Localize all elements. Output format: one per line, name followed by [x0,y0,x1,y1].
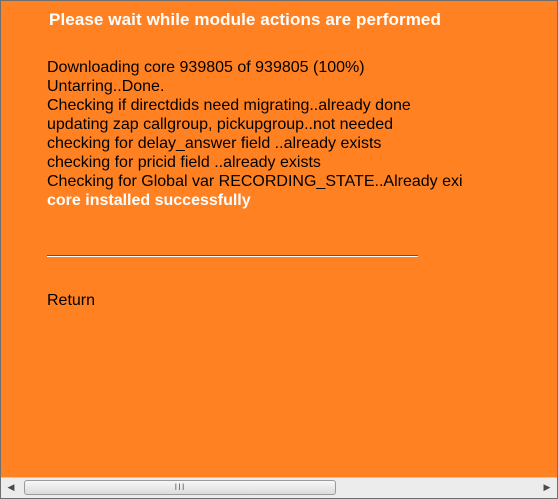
scroll-thumb[interactable]: III [24,480,336,495]
log-output: Downloading core 939805 of 939805 (100%)… [47,58,557,210]
dialog-content: Please wait while module actions are per… [1,1,557,477]
return-link[interactable]: Return [47,292,95,310]
log-line-recording-state: Checking for Global var RECORDING_STATE.… [47,173,463,190]
horizontal-scrollbar[interactable]: ◀ III ▶ [1,477,557,498]
scroll-grip-icon: III [174,482,186,493]
log-line-delay-answer: checking for delay_answer field ..alread… [47,135,382,152]
log-line-download: Downloading core 939805 of 939805 (100%) [47,59,365,76]
scroll-track[interactable]: III [21,480,537,496]
scroll-right-arrow-icon[interactable]: ▶ [538,479,556,497]
module-actions-dialog: Please wait while module actions are per… [0,0,558,499]
scroll-left-arrow-icon[interactable]: ◀ [2,479,20,497]
dialog-title: Please wait while module actions are per… [49,10,441,29]
divider [47,255,418,257]
log-line-directdids: Checking if directdids need migrating..a… [47,97,411,114]
success-message: core installed successfully [47,192,251,209]
log-line-untarring: Untarring..Done. [47,78,165,95]
log-line-pricid: checking for pricid field ..already exis… [47,154,321,171]
log-line-zap-callgroup: updating zap callgroup, pickupgroup..not… [47,116,394,133]
